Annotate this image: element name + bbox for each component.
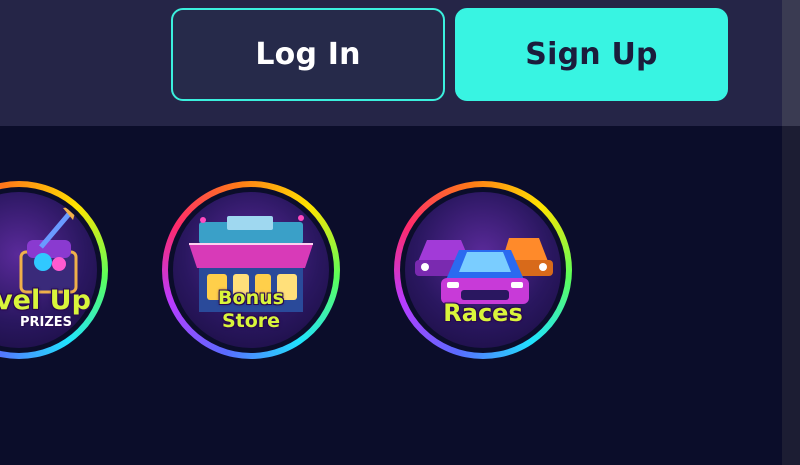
promo-level-up-subtitle: PRIZES — [19, 315, 73, 330]
scrollbar[interactable] — [782, 0, 800, 465]
promo-races-title: Races — [443, 299, 523, 327]
promo-bonus-store-title-line2: Store — [221, 310, 281, 332]
signup-button[interactable]: Sign Up — [455, 8, 728, 101]
page: Log In Sign Up vel Up PRIZES Bonus Store… — [0, 0, 800, 465]
scrollbar-thumb[interactable] — [782, 0, 800, 126]
promo-bonus-store[interactable]: Bonus Store — [162, 181, 340, 359]
top-header: Log In Sign Up — [0, 0, 782, 126]
promo-races[interactable]: Races — [394, 181, 572, 359]
login-button[interactable]: Log In — [171, 8, 445, 101]
promo-level-up[interactable]: vel Up PRIZES — [0, 181, 108, 359]
promo-level-up-title: vel Up — [0, 285, 91, 316]
promo-bonus-store-title-line1: Bonus — [218, 287, 284, 309]
